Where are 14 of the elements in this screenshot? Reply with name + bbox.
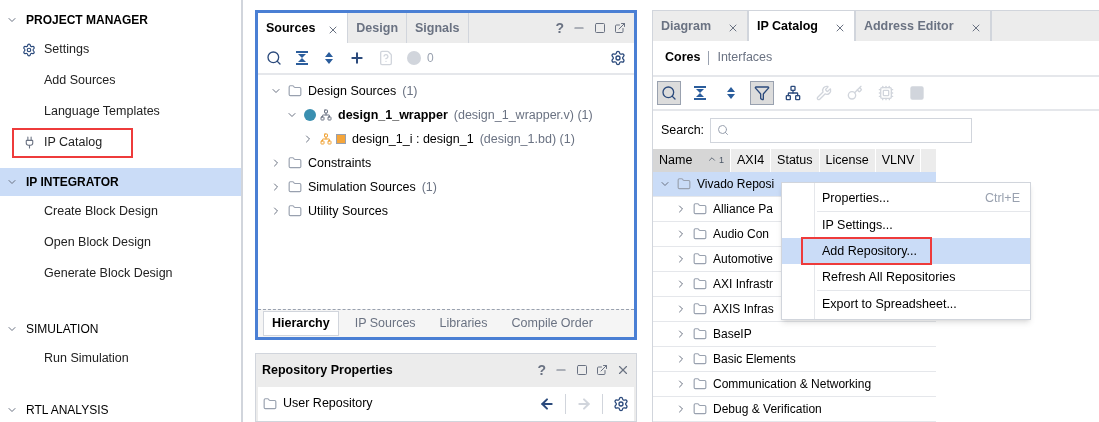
item-detail: (1) <box>421 178 437 196</box>
section-title: IP INTEGRATOR <box>26 174 119 191</box>
shortcut-label: Ctrl+E <box>984 189 1020 207</box>
search-label: Search: <box>661 121 705 139</box>
item-detail: (design_1_wrapper.v) (1) <box>453 106 593 124</box>
panel-title: Repository Properties <box>262 361 393 379</box>
item-detail: (design_1.bd) (1) <box>479 130 575 148</box>
error-count: 0 <box>427 50 434 67</box>
section-title: SIMULATION <box>26 321 99 338</box>
section-title: PROJECT MANAGER <box>26 12 148 29</box>
item-detail: (1) <box>402 82 418 100</box>
sort-rank: 1 <box>719 153 724 167</box>
repository-name: User Repository <box>283 395 373 413</box>
section-title: RTL ANALYSIS <box>26 402 109 419</box>
